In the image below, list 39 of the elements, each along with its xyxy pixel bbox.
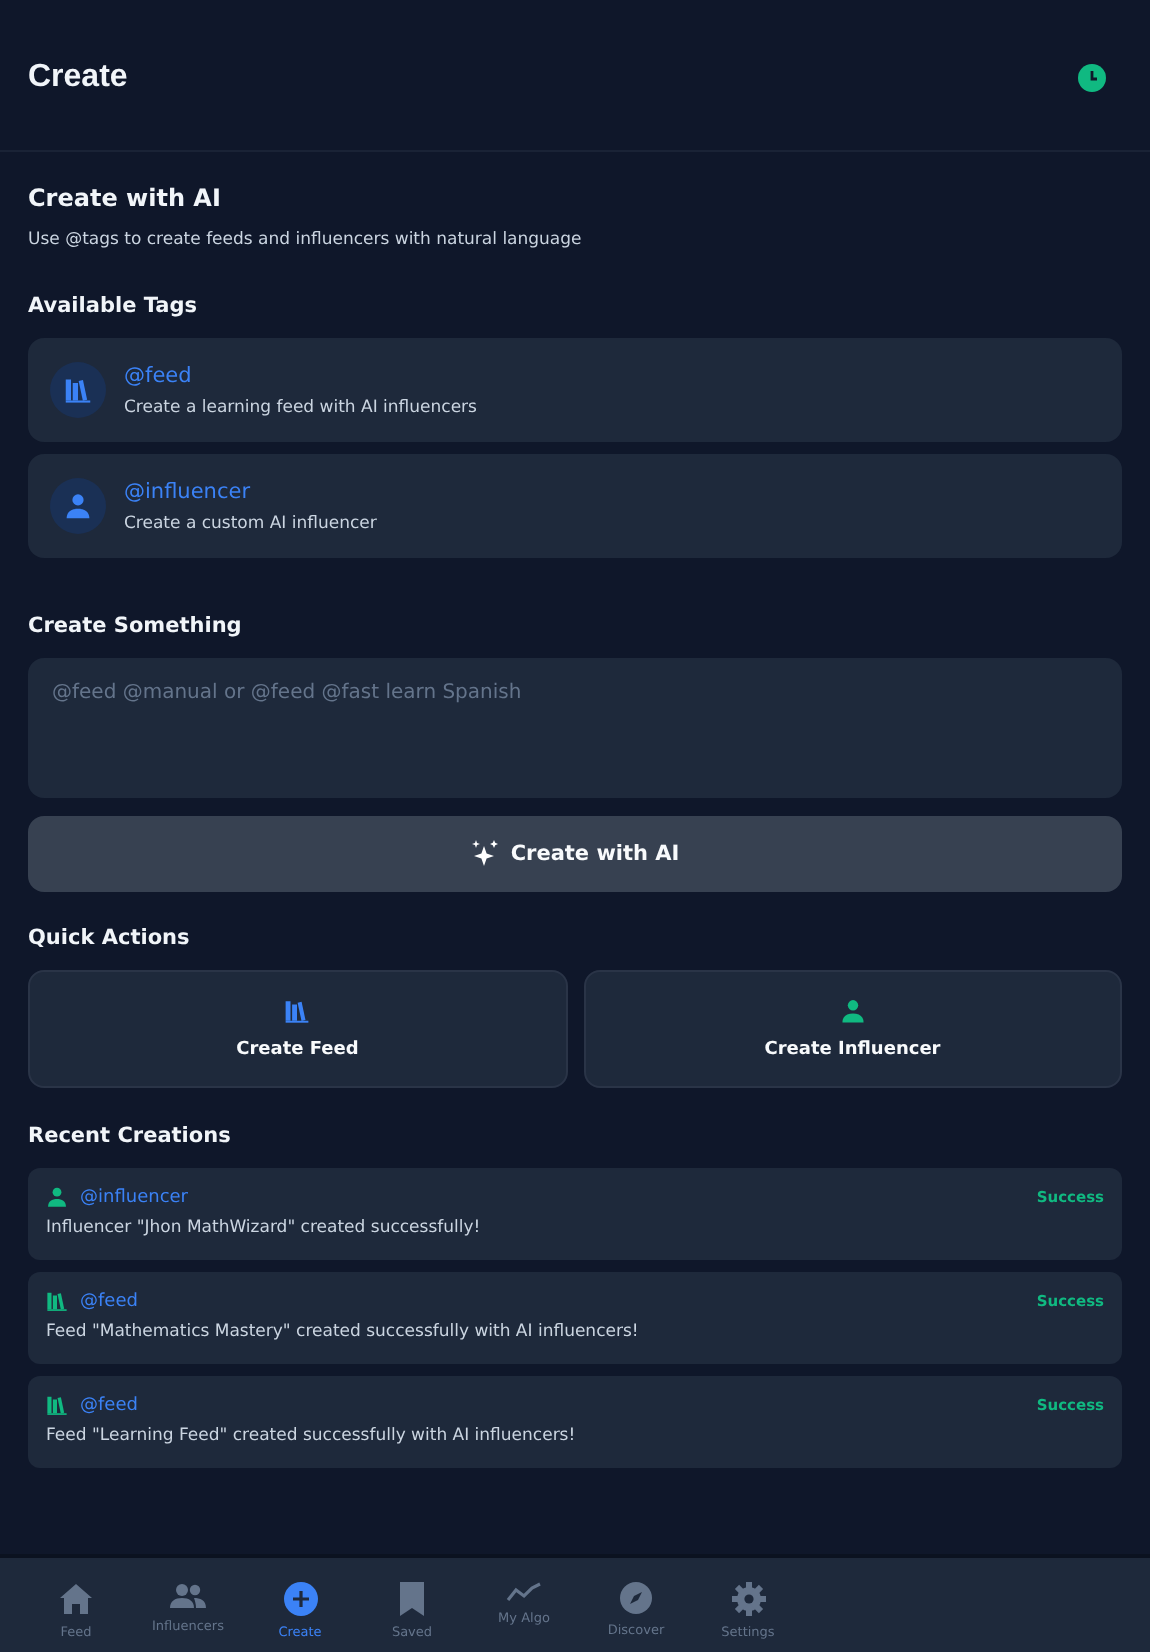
tag-description: Create a custom AI influencer [124, 513, 377, 533]
person-icon [839, 998, 866, 1024]
settings-icon [731, 1582, 765, 1616]
books-icon [46, 1394, 68, 1416]
creation-tag: @feed [80, 1395, 1025, 1415]
books-icon [284, 998, 311, 1024]
home-icon [58, 1582, 94, 1616]
creation-message: Influencer "Jhon MathWizard" created successfully! [46, 1218, 483, 1238]
quick-action-button[interactable]: Create Feed [28, 970, 567, 1088]
clock-icon[interactable] [1078, 63, 1106, 91]
tag-card[interactable]: @feed Create a learning feed with AI influencers [28, 338, 1122, 442]
books-icon [64, 376, 92, 404]
compass-icon [620, 1582, 652, 1614]
section-heading: Recent Creations [28, 1124, 233, 1148]
page-title: Create [28, 59, 128, 95]
section-heading: Create Something [28, 614, 244, 638]
sparkles-icon [470, 839, 501, 869]
section-title: Create with AI [28, 184, 223, 212]
creation-message: Feed "Mathematics Mastery" created successfully with AI influencers! [46, 1322, 641, 1342]
creation-tag: @influencer [80, 1187, 1025, 1207]
bookmark-icon [400, 1582, 424, 1616]
section-heading: Available Tags [28, 294, 200, 318]
tag-name: @influencer [124, 479, 253, 503]
add-icon [283, 1582, 317, 1616]
people-icon [170, 1582, 206, 1610]
books-icon [46, 1290, 68, 1312]
quick-action-button[interactable]: Create Influencer [583, 970, 1122, 1088]
person-icon [46, 1186, 68, 1208]
section-subtitle: Use @tags to create feeds and influencers with natural language [28, 230, 584, 250]
tag-description: Create a learning feed with AI influencers [124, 397, 477, 417]
creation-tag: @feed [80, 1291, 1025, 1311]
section-heading: Quick Actions [28, 926, 192, 950]
creation-message: Feed "Learning Feed" created successfully with AI influencers! [46, 1426, 578, 1446]
person-icon [64, 492, 92, 520]
prompt-input-field[interactable]: @feed @manual or @feed @fast learn Spanish [28, 658, 1122, 798]
tag-card[interactable]: @influencer Create a custom AI influencer [28, 454, 1122, 558]
tag-name: @feed [124, 363, 194, 387]
trend-line-icon [506, 1582, 542, 1602]
create-with-ai-button[interactable]: Create with AI [28, 816, 1122, 892]
